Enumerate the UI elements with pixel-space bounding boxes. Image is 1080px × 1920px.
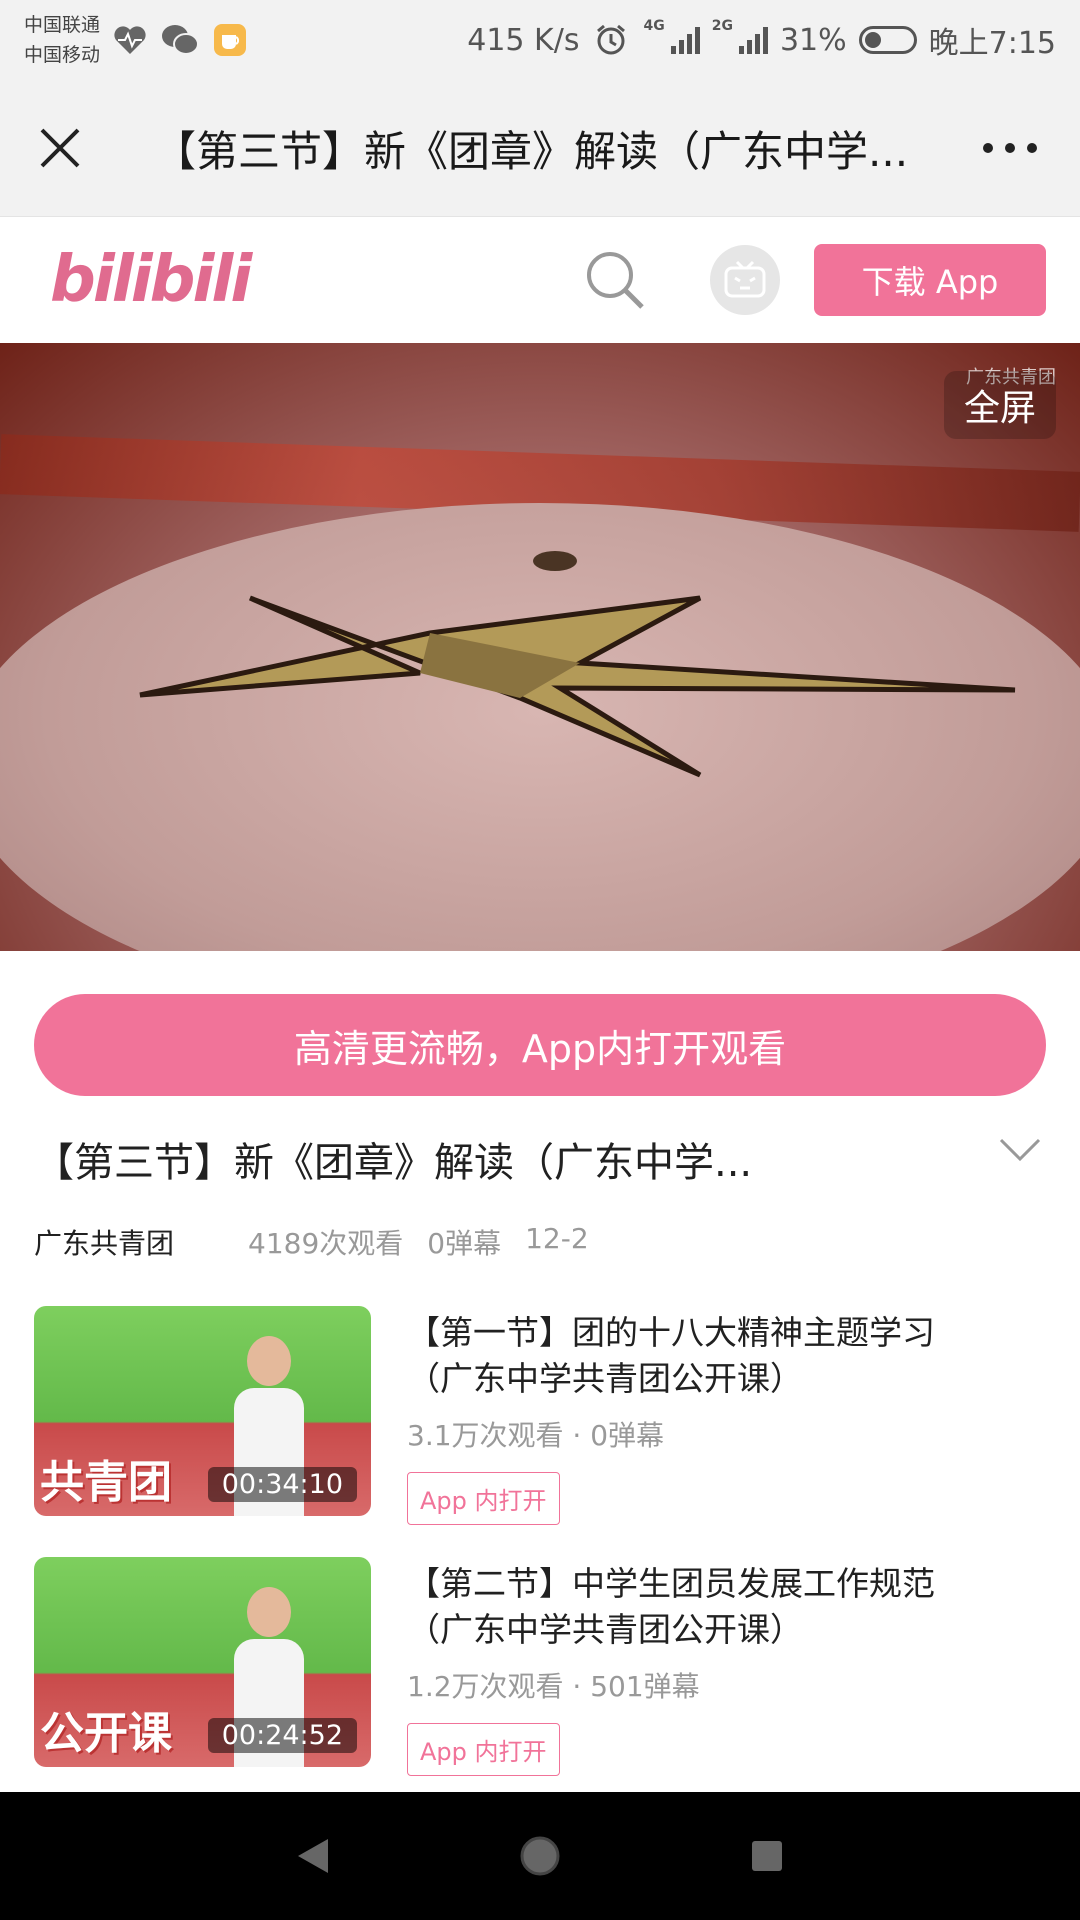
carrier-1: 中国联通 — [24, 14, 101, 36]
close-icon[interactable] — [30, 118, 90, 178]
battery-icon — [858, 26, 917, 54]
tv-avatar-icon[interactable] — [710, 245, 780, 315]
recents-square-icon[interactable] — [727, 1816, 807, 1896]
open-in-app-banner[interactable]: 高清更流畅，App内打开观看 — [34, 994, 1046, 1096]
list-item[interactable]: 公开课 00:24:52 【第二节】中学生团员发展工作规范 （广东中学共青团公开… — [34, 1557, 1046, 1808]
video-meta: 广东共青团 4189次观看 0弹幕 12-2 — [34, 1222, 589, 1262]
thumbnail-label: 共青团 — [40, 1457, 172, 1508]
video-title: 【第三节】新《团章》解读（广东中学... — [34, 1140, 753, 1186]
related-title-line1: 【第二节】中学生团员发展工作规范 — [407, 1564, 935, 1603]
more-dots-icon[interactable] — [970, 118, 1050, 178]
signal-4g-icon — [670, 26, 700, 54]
net-tag-2g: 2G — [711, 18, 733, 34]
list-item[interactable]: 共青团 00:34:10 【第一节】团的十八大精神主题学习 （广东中学共青团公开… — [34, 1306, 1046, 1557]
related-title-line2: （广东中学共青团公开课） — [407, 1610, 803, 1649]
page-title: 【第三节】新《团章》解读（广东中学... — [154, 126, 909, 176]
wechat-icon — [160, 20, 200, 60]
carrier-labels: 中国联通 中国移动 — [24, 10, 100, 70]
download-app-button[interactable]: 下载 App — [814, 244, 1046, 316]
open-in-app-button[interactable]: App 内打开 — [407, 1472, 560, 1525]
carrier-2: 中国移动 — [24, 44, 101, 66]
video-player[interactable]: 广东共青团 全屏 — [0, 343, 1080, 951]
clock: 晚上7:15 — [928, 26, 1056, 61]
related-video-list: 共青团 00:34:10 【第一节】团的十八大精神主题学习 （广东中学共青团公开… — [34, 1306, 1046, 1808]
bilibili-logo[interactable]: bilibili — [50, 243, 252, 317]
related-title-line2: （广东中学共青团公开课） — [407, 1359, 803, 1398]
related-title[interactable]: 【第二节】中学生团员发展工作规范 （广东中学共青团公开课） — [407, 1561, 1046, 1653]
status-bar: 中国联通 中国移动 415 K/s 4G 2G 31% 晚上7:15 — [0, 0, 1080, 80]
app-cup-icon — [210, 20, 250, 60]
browser-title-bar: 【第三节】新《团章》解读（广东中学... — [0, 80, 1080, 217]
site-header: bilibili 下载 App — [0, 217, 1080, 343]
system-nav-bar — [0, 1792, 1080, 1920]
battery-percent: 31% — [779, 22, 847, 58]
open-in-app-button[interactable]: App 内打开 — [407, 1723, 560, 1776]
video-thumbnail[interactable]: 公开课 00:24:52 — [34, 1557, 371, 1767]
video-duration: 00:34:10 — [207, 1467, 357, 1502]
fullscreen-button[interactable]: 全屏 — [943, 371, 1056, 439]
related-info: 【第一节】团的十八大精神主题学习 （广东中学共青团公开课） 3.1万次观看 · … — [407, 1306, 1046, 1557]
search-icon[interactable] — [580, 245, 650, 315]
related-info: 【第二节】中学生团员发展工作规范 （广东中学共青团公开课） 1.2万次观看 · … — [407, 1557, 1046, 1808]
video-duration: 00:24:52 — [207, 1718, 357, 1753]
status-left: 中国联通 中国移动 — [24, 10, 250, 70]
chevron-down-icon[interactable] — [994, 1130, 1046, 1170]
related-stats: 1.2万次观看 · 501弹幕 — [407, 1670, 700, 1703]
signal-2g-icon — [738, 26, 768, 54]
danmaku-count: 0弹幕 — [427, 1227, 502, 1260]
status-right: 415 K/s 4G 2G 31% 晚上7:15 — [467, 18, 1056, 62]
related-title[interactable]: 【第一节】团的十八大精神主题学习 （广东中学共青团公开课） — [407, 1310, 1046, 1402]
star-emblem-image — [139, 551, 1016, 778]
back-triangle-icon[interactable] — [273, 1816, 353, 1896]
related-stats: 3.1万次观看 · 0弹幕 — [407, 1419, 665, 1452]
publish-date: 12-2 — [525, 1222, 589, 1255]
home-circle-icon[interactable] — [500, 1816, 580, 1896]
net-tag-4g: 4G — [643, 18, 665, 34]
net-speed: 415 K/s — [467, 22, 580, 58]
related-title-line1: 【第一节】团的十八大精神主题学习 — [407, 1313, 935, 1352]
video-thumbnail[interactable]: 共青团 00:34:10 — [34, 1306, 371, 1516]
heart-monitor-icon — [110, 20, 150, 60]
thumbnail-label: 公开课 — [40, 1708, 172, 1759]
view-count: 4189次观看 — [248, 1227, 404, 1260]
author-name[interactable]: 广东共青团 — [34, 1222, 174, 1262]
alarm-icon — [591, 20, 631, 60]
